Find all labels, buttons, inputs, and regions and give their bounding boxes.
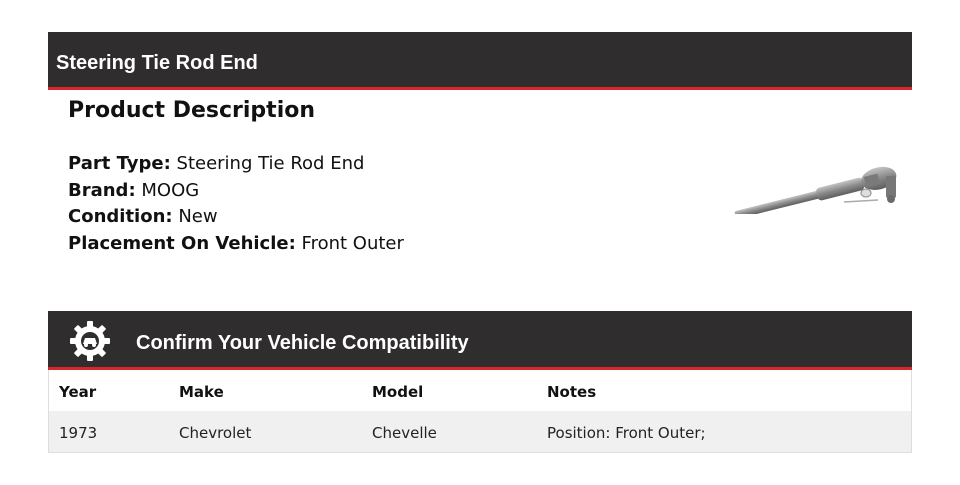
column-header-year: Year	[59, 383, 97, 401]
cell-notes: Position: Front Outer;	[547, 424, 706, 442]
spec-brand: Brand: MOOG	[68, 178, 404, 205]
spec-condition: Condition: New	[68, 204, 404, 231]
compatibility-table: Year Make Model Notes 1973 Chevrolet Che…	[48, 370, 912, 453]
column-header-make: Make	[179, 383, 224, 401]
spec-value: Front Outer	[301, 232, 404, 254]
spec-value: MOOG	[141, 179, 200, 201]
product-image	[734, 166, 897, 214]
cell-model: Chevelle	[372, 424, 437, 442]
spec-label: Condition:	[68, 206, 173, 227]
column-header-model: Model	[372, 383, 424, 401]
compatibility-header-bar: Confirm Your Vehicle Compatibility	[48, 311, 912, 370]
spec-label: Brand:	[68, 179, 136, 201]
section-title: Steering Tie Rod End	[56, 52, 258, 74]
spec-list: Part Type: Steering Tie Rod End Brand: M…	[68, 151, 404, 257]
spec-label: Placement On Vehicle:	[68, 232, 296, 254]
spec-placement: Placement On Vehicle: Front Outer	[68, 231, 404, 258]
spec-part-type: Part Type: Steering Tie Rod End	[68, 151, 404, 178]
cell-make: Chevrolet	[179, 424, 252, 442]
product-description-heading: Product Description	[68, 98, 316, 123]
column-header-notes: Notes	[547, 383, 597, 401]
spec-value: New	[178, 206, 218, 227]
gear-car-icon	[70, 321, 110, 361]
compatibility-title: Confirm Your Vehicle Compatibility	[136, 332, 469, 354]
table-row: 1973 Chevrolet Chevelle Position: Front …	[49, 411, 911, 452]
cell-year: 1973	[59, 424, 98, 442]
section-header-bar: Steering Tie Rod End	[48, 32, 912, 90]
spec-value: Steering Tie Rod End	[176, 153, 365, 174]
spec-label: Part Type:	[68, 153, 171, 174]
table-header-row: Year Make Model Notes	[49, 370, 911, 411]
